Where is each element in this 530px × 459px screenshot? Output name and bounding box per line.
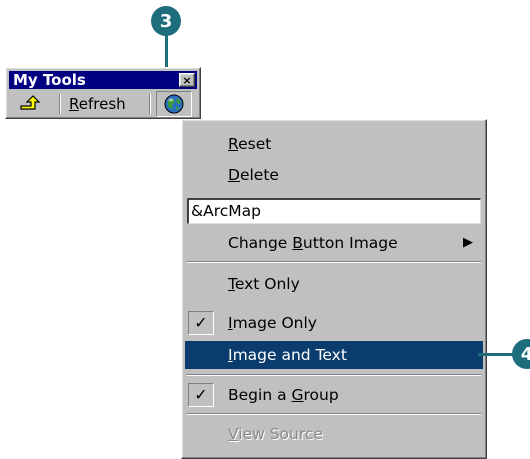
menu-item-delete[interactable]: Delete — [185, 161, 483, 189]
reset-mnemonic: R — [228, 135, 239, 153]
checkmark-icon: ✓ — [188, 311, 214, 335]
button-name-field[interactable]: &ArcMap — [187, 198, 481, 224]
menu-separator — [187, 413, 481, 415]
step-4-callout: 4 — [512, 339, 530, 369]
begin-group-label-pre: Begin a — [228, 386, 292, 404]
submenu-arrow-icon: ▶ — [463, 235, 473, 250]
menu-item-begin-a-group[interactable]: ✓ Begin a Group — [185, 381, 483, 409]
begin-group-label: roup — [303, 386, 339, 404]
image-only-label: mage Only — [232, 314, 317, 332]
menu-item-reset[interactable]: Reset — [185, 130, 483, 158]
checkmark-icon: ✓ — [188, 383, 214, 407]
view-source-label: iew Source — [238, 425, 323, 443]
text-only-label: ext Only — [234, 275, 300, 293]
begin-group-mnemonic: G — [291, 386, 304, 404]
view-source-mnemonic: V — [228, 425, 239, 443]
arcmap-globe-button[interactable] — [156, 91, 192, 117]
menu-item-image-and-text[interactable]: Image and Text — [185, 341, 483, 369]
refresh-button[interactable]: Refresh — [69, 95, 126, 113]
menu-separator — [187, 374, 481, 376]
change-image-label-pre: Change — [228, 234, 293, 252]
step-4-leader-line — [478, 353, 516, 356]
close-icon: × — [182, 74, 192, 87]
toolbar-titlebar[interactable]: My Tools × — [9, 71, 197, 89]
refresh-mnemonic: R — [69, 95, 79, 113]
menu-item-view-source: View Source — [185, 420, 483, 448]
toolbar-separator — [149, 94, 151, 114]
change-image-mnemonic: B — [292, 234, 303, 252]
menu-item-image-only[interactable]: ✓ Image Only — [185, 309, 483, 337]
button-context-menu: Reset Delete &ArcMap Change Button Image… — [181, 119, 487, 459]
refresh-label: efresh — [78, 95, 126, 113]
up-one-level-button[interactable] — [17, 93, 49, 115]
delete-mnemonic: D — [228, 166, 240, 184]
reset-label: eset — [238, 135, 272, 153]
toolbar-tools: Refresh — [9, 91, 197, 117]
menu-item-text-only[interactable]: Text Only — [185, 270, 483, 298]
step-3-callout: 3 — [151, 6, 181, 36]
globe-icon — [164, 94, 184, 114]
menu-item-change-button-image[interactable]: Change Button Image ▶ — [185, 229, 483, 257]
text-only-mnemonic: T — [228, 275, 235, 293]
menu-separator — [187, 261, 481, 263]
my-tools-toolbar: My Tools × Refresh — [5, 67, 201, 119]
toolbar-separator — [59, 94, 61, 114]
toolbar-close-button[interactable]: × — [179, 73, 195, 87]
up-arrow-icon — [20, 95, 41, 110]
toolbar-title: My Tools — [13, 71, 86, 89]
change-image-label: utton Image — [302, 234, 398, 252]
image-and-text-label: mage and Text — [232, 346, 347, 364]
delete-label: elete — [239, 166, 279, 184]
